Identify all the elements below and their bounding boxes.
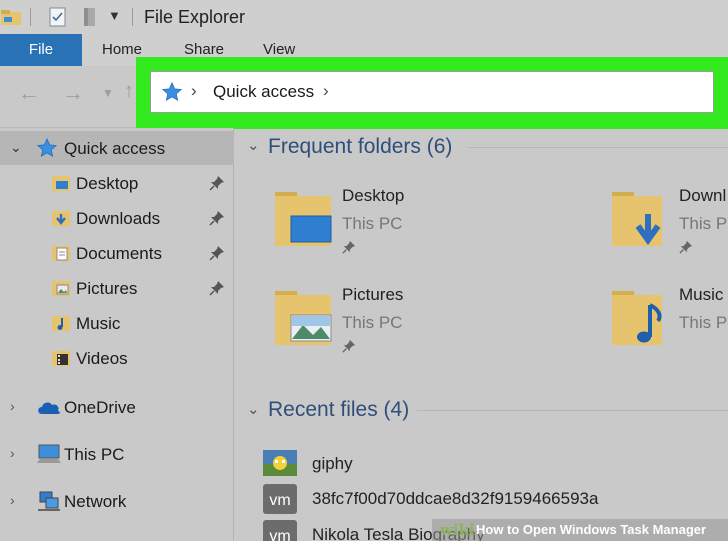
window-title: File Explorer (144, 7, 246, 27)
folder-name: Music (679, 285, 724, 304)
sidebar-item-label: Desktop (76, 174, 139, 193)
recent-file-row[interactable]: giphy (263, 446, 728, 482)
desktop-folder-icon (273, 188, 335, 255)
sidebar-item-label: Downloads (76, 209, 161, 228)
wikihow-watermark: wiki How to Open Windows Task Manager (432, 519, 728, 541)
title-bar: ▼ File Explorer (0, 0, 728, 34)
title-separator (30, 8, 31, 26)
computer-icon (36, 443, 62, 470)
chevron-down-icon[interactable]: ⌄ (10, 139, 22, 156)
folder-tile-pictures[interactable]: Pictures This PC (273, 285, 513, 377)
watermark-caption: How to Open Windows Task Manager (476, 522, 707, 537)
back-arrow-icon[interactable]: ← (18, 80, 40, 106)
pin-icon[interactable] (679, 240, 693, 259)
chevron-right-icon[interactable]: › (191, 81, 197, 101)
chevron-right-icon[interactable]: › (10, 445, 15, 461)
sidebar-item-downloads[interactable]: Downloads (0, 201, 234, 235)
sidebar-item-label: Music (76, 314, 121, 333)
svg-text:vm: vm (269, 528, 290, 541)
sidebar-item-onedrive[interactable]: › OneDrive (0, 390, 234, 424)
onedrive-cloud-icon (36, 399, 62, 422)
sidebar-item-label: Documents (76, 244, 162, 263)
folder-tile-music[interactable]: Music This PC (610, 285, 728, 377)
sidebar-item-label: Videos (76, 349, 128, 368)
file-name: giphy (312, 454, 353, 473)
pin-icon[interactable] (209, 210, 225, 231)
folder-tile-downloads[interactable]: Downl This PC (610, 186, 728, 278)
group-divider (467, 147, 728, 148)
music-folder-icon (610, 287, 672, 354)
folder-location: This PC (679, 214, 728, 233)
music-folder-icon (50, 312, 72, 339)
vmware-file-icon: vm (263, 484, 297, 519)
up-arrow-icon[interactable]: ↑ (124, 80, 134, 103)
pin-icon[interactable] (209, 175, 225, 196)
tab-file[interactable]: File (0, 34, 82, 66)
sidebar-item-label: Quick access (64, 139, 166, 158)
folder-location: This PC (342, 313, 403, 332)
image-file-icon (263, 450, 297, 481)
quick-access-star-icon (161, 81, 183, 108)
recent-locations-icon[interactable]: ▼ (102, 86, 114, 100)
folder-name: Desktop (342, 186, 405, 205)
pin-icon[interactable] (209, 280, 225, 301)
sidebar-item-label: This PC (64, 445, 125, 464)
folder-name: Pictures (342, 285, 404, 304)
navigation-pane: ⌄ Quick access Desktop Downloads Documen… (0, 128, 234, 541)
content-pane: ⌄ Frequent folders (6) Desktop This PC D… (235, 128, 728, 541)
desktop-folder-icon (50, 172, 72, 199)
folder-location: This PC (342, 214, 403, 233)
pictures-folder-icon (50, 277, 72, 304)
chevron-right-icon[interactable]: › (10, 492, 15, 508)
new-folder-icon[interactable] (82, 6, 98, 33)
sidebar-item-network[interactable]: › Network (0, 484, 234, 518)
chevron-down-icon[interactable]: ⌄ (247, 400, 260, 418)
sidebar-item-label: Network (64, 492, 127, 511)
sidebar-item-documents[interactable]: Documents (0, 236, 234, 270)
vmware-file-icon: vm (263, 520, 297, 541)
folder-tile-desktop[interactable]: Desktop This PC (273, 186, 513, 278)
pictures-folder-icon (273, 287, 335, 354)
documents-folder-icon (50, 242, 72, 269)
sidebar-item-quick-access[interactable]: ⌄ Quick access (0, 131, 234, 165)
downloads-folder-icon (610, 188, 672, 255)
folder-name: Downl (679, 186, 727, 205)
file-name: 38fc7f00d70ddcae8d32f9159466593a (312, 489, 599, 508)
folder-location: This PC (679, 313, 728, 332)
chevron-right-icon[interactable]: › (323, 81, 329, 101)
chevron-right-icon[interactable]: › (10, 398, 15, 414)
sidebar-item-this-pc[interactable]: › This PC (0, 437, 234, 471)
folder-app-icon (0, 6, 22, 33)
pin-icon[interactable] (342, 339, 356, 358)
address-path[interactable]: Quick access (213, 82, 314, 102)
pin-icon[interactable] (342, 240, 356, 259)
downloads-folder-icon (50, 207, 72, 234)
chevron-down-icon[interactable]: ⌄ (247, 136, 260, 154)
recent-files-header[interactable]: Recent files (4) (268, 398, 409, 422)
address-bar[interactable]: › Quick access › (150, 71, 714, 113)
sidebar-item-music[interactable]: Music (0, 306, 234, 340)
sidebar-item-desktop[interactable]: Desktop (0, 166, 234, 200)
videos-folder-icon (50, 347, 72, 374)
network-icon (36, 490, 62, 517)
svg-text:vm: vm (269, 492, 290, 509)
group-divider (417, 410, 728, 411)
recent-file-row[interactable]: vm 38fc7f00d70ddcae8d32f9159466593a (263, 481, 728, 517)
frequent-folders-header[interactable]: Frequent folders (6) (268, 135, 452, 159)
customize-toolbar-icon[interactable]: ▼ (108, 8, 121, 23)
title-separator (132, 8, 133, 26)
sidebar-item-label: OneDrive (64, 398, 136, 417)
sidebar-item-label: Pictures (76, 279, 138, 298)
sidebar-item-pictures[interactable]: Pictures (0, 271, 234, 305)
sidebar-item-videos[interactable]: Videos (0, 341, 234, 375)
properties-icon[interactable] (48, 6, 68, 33)
watermark-brand: wiki (440, 521, 475, 539)
forward-arrow-icon[interactable]: → (62, 80, 84, 106)
pin-icon[interactable] (209, 245, 225, 266)
star-icon (36, 137, 58, 164)
